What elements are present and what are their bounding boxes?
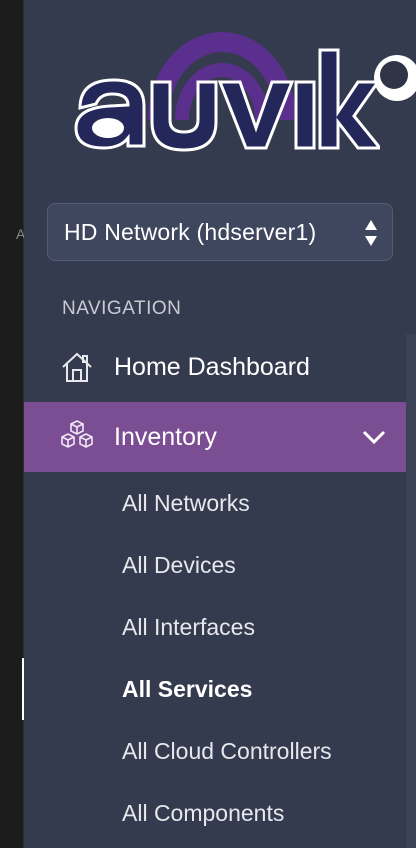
network-selector[interactable]: HD Network (hdserver1) — [47, 203, 393, 261]
auvik-logo[interactable] — [70, 20, 384, 166]
subnav-item-all-cloud-controllers[interactable]: All Cloud Controllers — [122, 738, 332, 765]
subnav-item-all-interfaces[interactable]: All Interfaces — [122, 614, 255, 641]
nav-item-label: Inventory — [114, 422, 217, 451]
subnav-item-all-services[interactable]: All Services — [122, 676, 252, 703]
up-down-arrows-icon — [364, 218, 378, 248]
nav-item-label: Home Dashboard — [114, 352, 310, 381]
network-selector-value: HD Network (hdserver1) — [64, 218, 317, 245]
home-icon — [60, 350, 94, 384]
auvik-logo-graphic — [74, 32, 384, 152]
chevron-down-icon[interactable] — [362, 428, 386, 446]
subnav-item-all-devices[interactable]: All Devices — [122, 552, 236, 579]
nav-item-inventory[interactable]: Inventory — [24, 402, 406, 472]
scrollbar-track[interactable] — [406, 334, 416, 848]
subnav-item-all-networks[interactable]: All Networks — [122, 490, 250, 517]
cubes-icon — [60, 420, 94, 454]
sidebar: HD Network (hdserver1) NAVIGATION Home D… — [24, 0, 416, 848]
left-edge-panel: A — [0, 0, 30, 848]
circle-icon[interactable] — [374, 55, 416, 101]
nav-item-home-dashboard[interactable]: Home Dashboard — [24, 332, 406, 402]
subnav-item-all-components[interactable]: All Components — [122, 800, 284, 827]
navigation-heading: NAVIGATION — [62, 298, 182, 319]
circle-icon-inner — [380, 61, 408, 89]
